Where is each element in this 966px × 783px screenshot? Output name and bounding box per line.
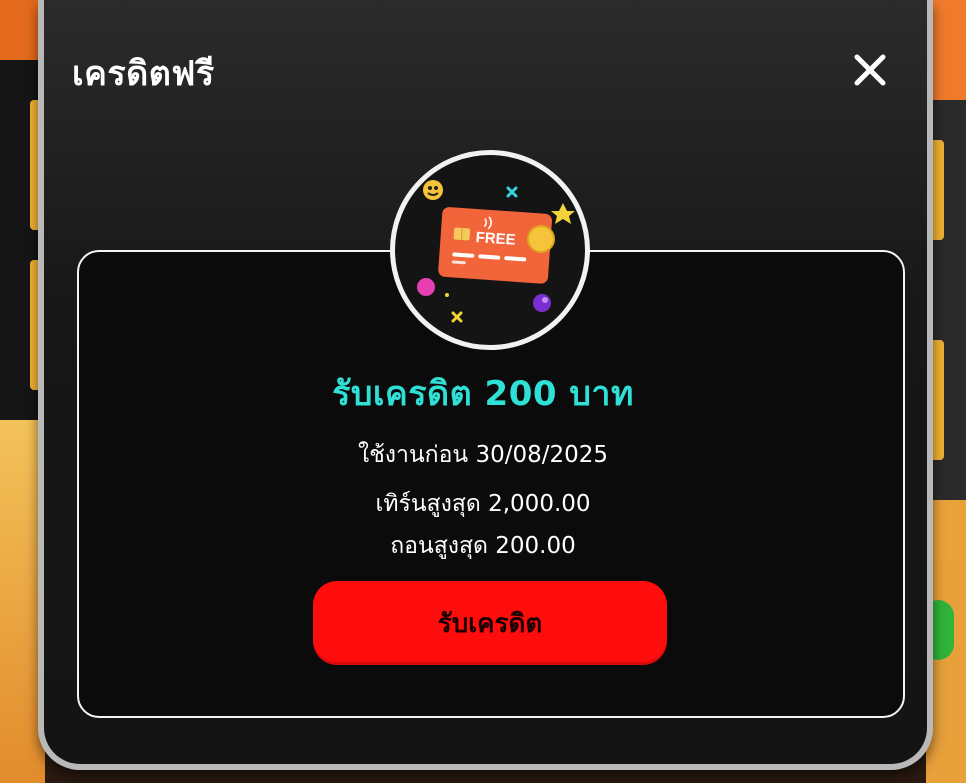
close-icon [854,54,886,86]
max-withdraw: ถอนสูงสุด 200.00 [390,533,576,559]
offer-badge: FREE [390,150,590,350]
offer-headline: รับเครดิต 200 บาท [332,374,634,414]
expiry-date: ใช้งานก่อน 30/08/2025 [357,442,609,468]
close-button[interactable] [846,46,894,94]
free-credit-card-icon: FREE [417,180,575,323]
modal-title: เครดิตฟรี [72,54,215,94]
claim-credit-button[interactable]: รับเครดิต [313,581,667,665]
max-turnover: เทิร์นสูงสุด 2,000.00 [375,491,591,517]
svg-text:FREE: FREE [475,229,516,249]
